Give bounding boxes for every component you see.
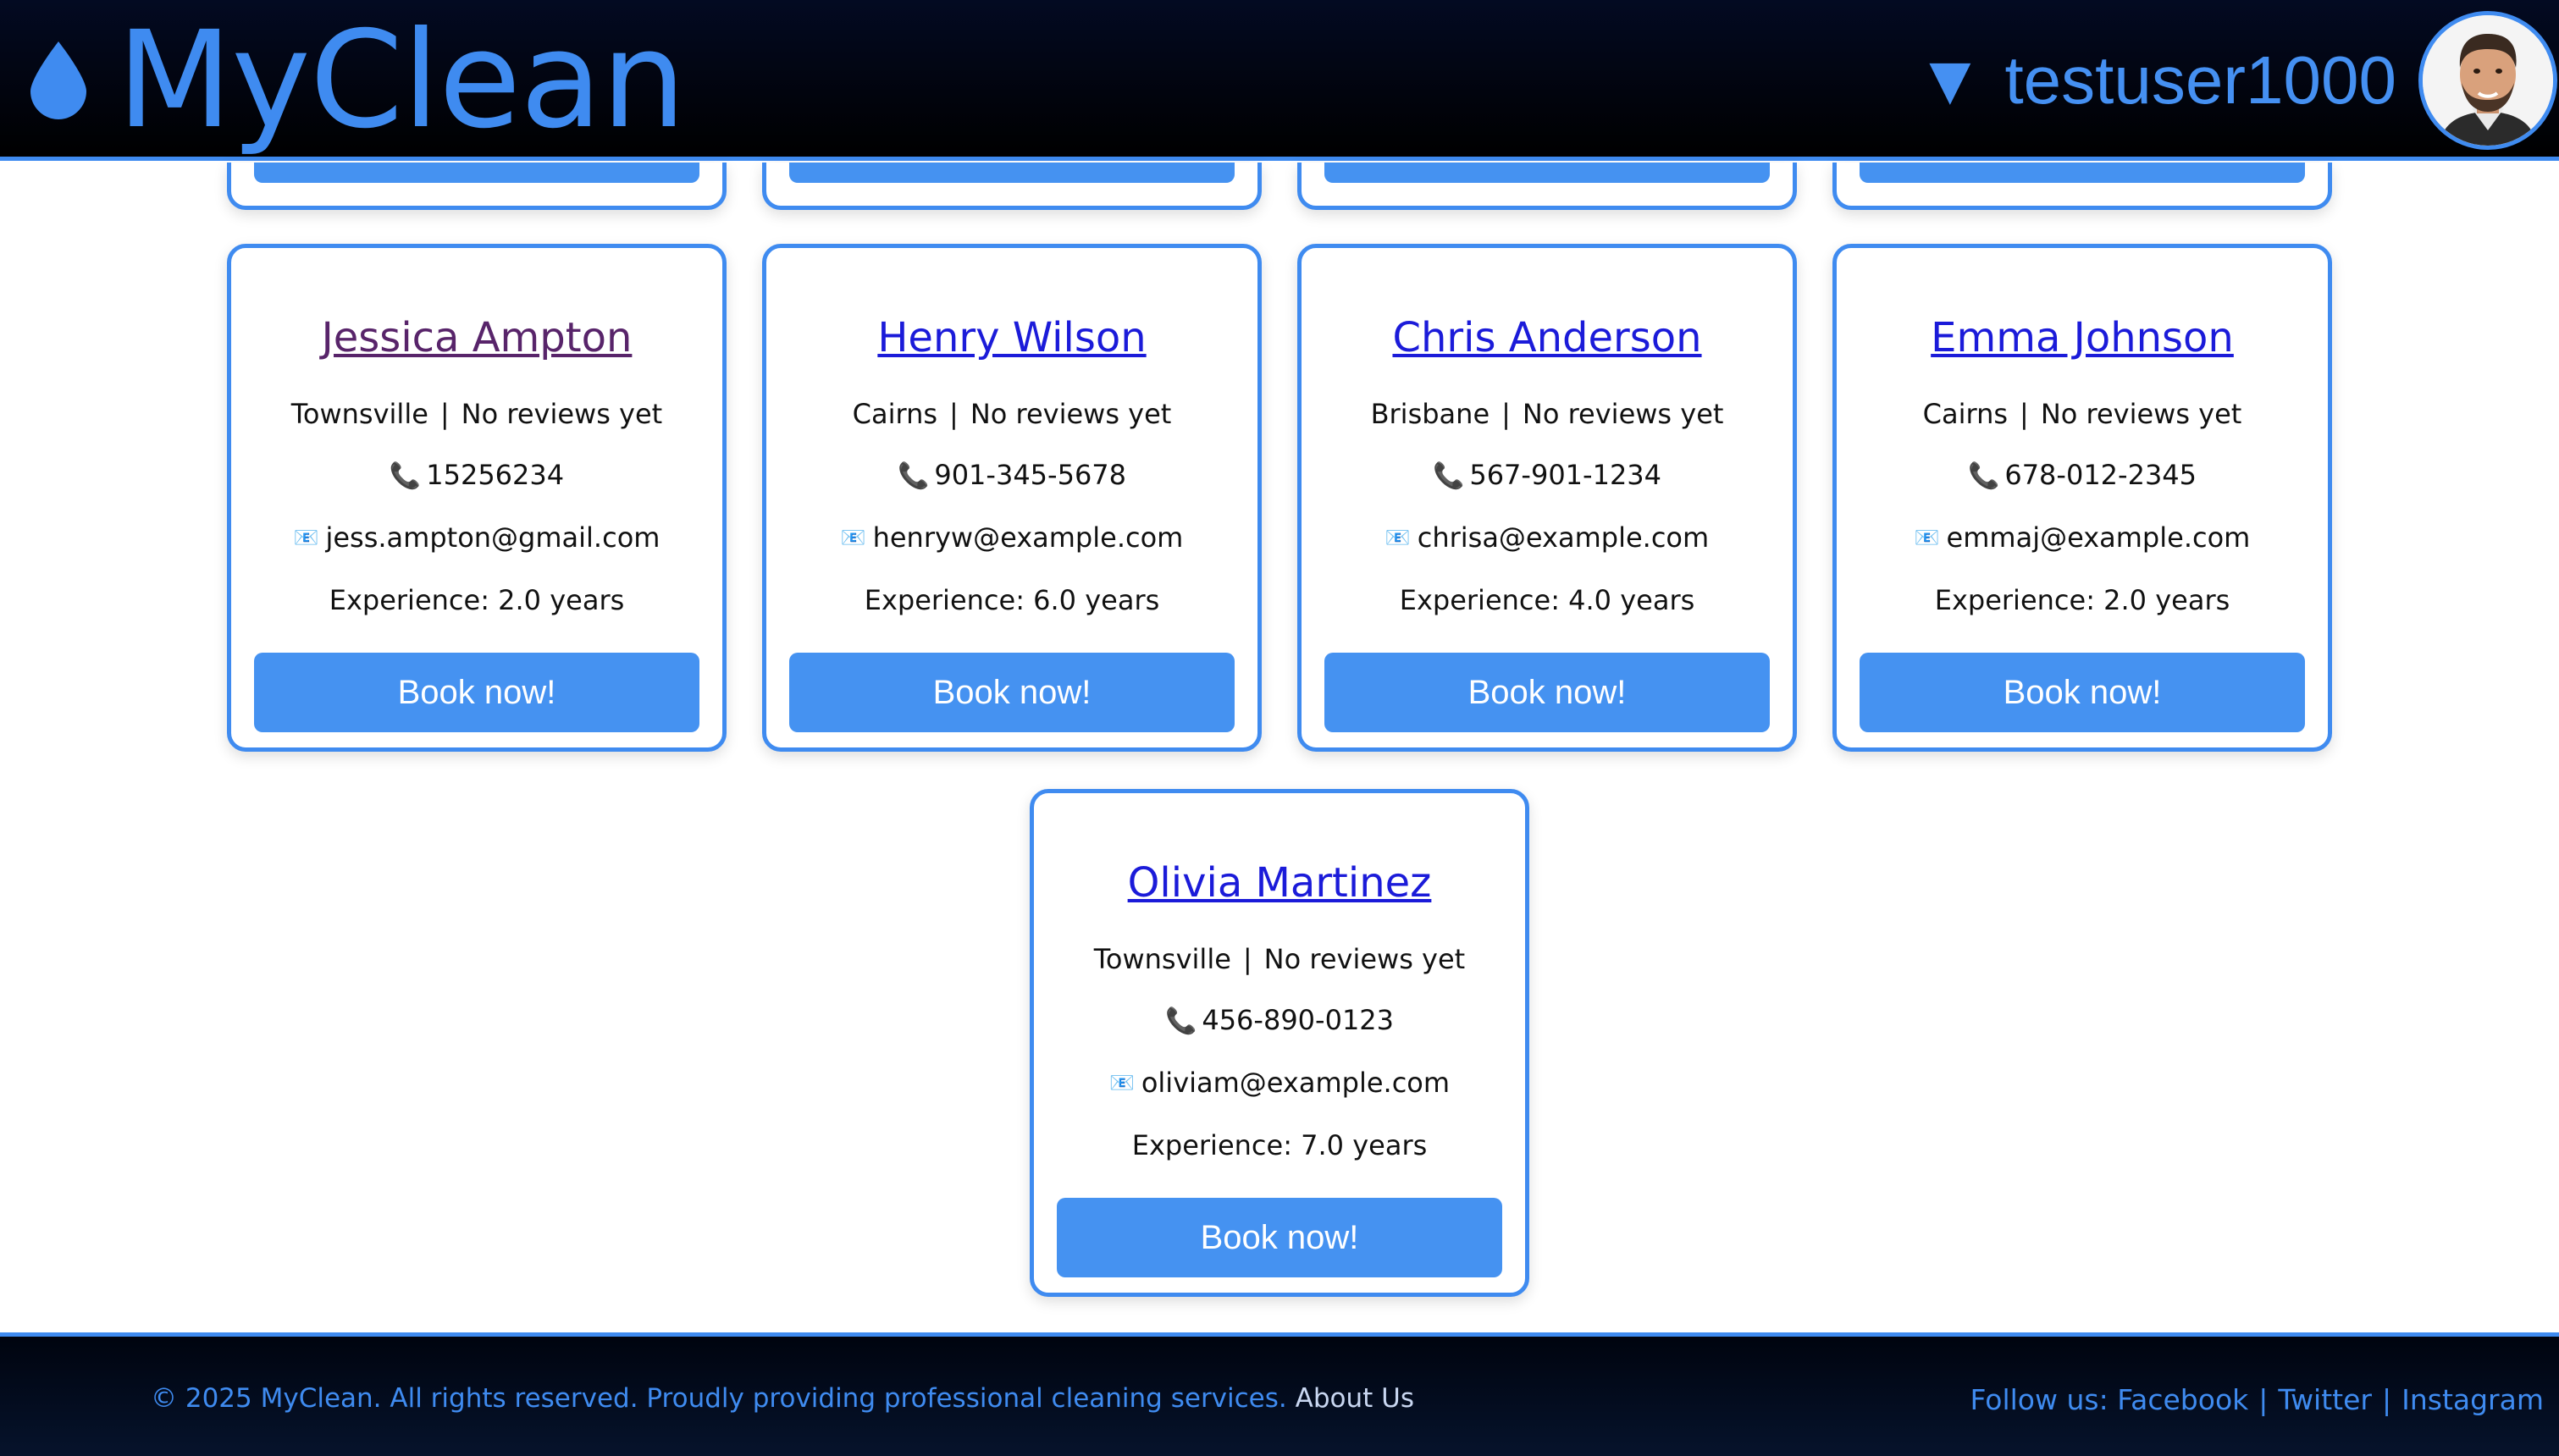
separator: | [439,398,450,430]
cleaner-name-link[interactable]: Henry Wilson [766,317,1257,358]
cleaner-email-row: 📧 oliviam@example.com [1034,1069,1525,1096]
top-navbar: MyClean ▼ testuser1000 [0,0,2559,161]
cleaner-experience: Experience: 4.0 years [1399,584,1695,616]
phone-icon: 📞 [897,461,930,491]
cleaner-email-row: 📧 emmaj@example.com [1837,524,2328,551]
email-icon: 📧 [1108,1071,1135,1095]
twitter-link[interactable]: Twitter [2278,1383,2372,1416]
cleaner-phone-row: 📞 456-890-0123 [1034,1007,1525,1034]
cleaner-email-row: 📧 jess.ampton@gmail.com [231,524,722,551]
facebook-link[interactable]: Facebook [2117,1383,2248,1416]
cleaner-card: Chris Anderson Brisbane | No reviews yet 📞… [1297,244,1797,752]
cleaner-name-link[interactable]: Emma Johnson [1837,317,2328,358]
footer-separator: | [2381,1383,2392,1416]
cleaner-location-reviews: Townsville | No reviews yet [231,400,722,427]
phone-icon: 📞 [1967,461,2000,491]
cleaner-phone-row: 📞 678-012-2345 [1837,461,2328,489]
cleaner-phone: 678-012-2345 [2004,459,2197,491]
cleaner-phone: 901-345-5678 [934,459,1127,491]
cleaner-phone: 456-890-0123 [1202,1004,1395,1036]
email-icon: 📧 [1385,526,1411,549]
instagram-link[interactable]: Instagram [2401,1383,2544,1416]
cleaner-card: Jessica Ampton Townsville | No reviews yet… [227,244,727,752]
copyright-text: © 2025 MyClean. All rights reserved. Pro… [151,1383,1287,1414]
water-drop-icon [30,41,86,119]
cleaner-card: Henry Wilson Cairns | No reviews yet 📞 901-… [762,244,1262,752]
cleaner-experience: Experience: 7.0 years [1131,1129,1428,1161]
follow-us-label: Follow us: [1970,1383,2109,1416]
footer-separator: | [2258,1383,2269,1416]
book-button-partial[interactable] [254,163,699,183]
cleaner-name-link[interactable]: Chris Anderson [1302,317,1793,358]
cleaner-card: Emma Johnson Cairns | No reviews yet 📞 678-… [1832,244,2332,752]
cleaner-experience: Experience: 2.0 years [329,584,625,616]
cleaner-card: Olivia Martinez Townsville | No reviews ye… [1030,789,1529,1297]
cleaner-name-link[interactable]: Jessica Ampton [231,317,722,358]
book-now-button[interactable]: Book now! [1860,653,2305,732]
cleaner-location: Townsville [290,398,428,430]
cleaner-email: chrisa@example.com [1417,521,1710,554]
separator: | [949,398,959,430]
cleaner-card-partial [1297,163,1797,210]
cleaner-reviews: No reviews yet [1522,398,1724,430]
phone-icon: 📞 [1432,461,1465,491]
user-menu[interactable]: ▼ testuser1000 [1929,0,2559,161]
cleaner-email-row: 📧 henryw@example.com [766,524,1257,551]
email-icon: 📧 [1914,526,1940,549]
book-now-button[interactable]: Book now! [254,653,699,732]
cleaner-location-reviews: Townsville | No reviews yet [1034,946,1525,973]
dropdown-caret-icon[interactable]: ▼ [1929,53,1970,108]
about-us-link[interactable]: About Us [1296,1383,1414,1414]
phone-icon: 📞 [1164,1007,1197,1036]
cleaner-reviews: No reviews yet [970,398,1172,430]
book-button-partial[interactable] [789,163,1235,183]
logo-text: MyClean [117,3,686,158]
book-now-button[interactable]: Book now! [1324,653,1770,732]
cleaner-phone-row: 📞 901-345-5678 [766,461,1257,489]
cleaner-phone-row: 📞 567-901-1234 [1302,461,1793,489]
cleaner-reviews: No reviews yet [1263,943,1466,975]
user-photo-icon [2423,15,2553,146]
cleaner-card-partial [762,163,1262,210]
cleaner-location: Cairns [1922,398,2009,430]
cleaner-reviews: No reviews yet [461,398,663,430]
email-icon: 📧 [293,526,319,549]
book-button-partial[interactable] [1324,163,1770,183]
cleaner-card-partial [227,163,727,210]
separator: | [1242,943,1252,975]
cleaner-email: oliviam@example.com [1141,1067,1451,1099]
cleaner-email: jess.ampton@gmail.com [325,521,660,554]
cleaner-phone-row: 📞 15256234 [231,461,722,489]
cleaner-name-link[interactable]: Olivia Martinez [1034,863,1525,903]
separator: | [2020,398,2029,430]
cleaner-phone: 567-901-1234 [1469,459,1662,491]
cleaner-experience: Experience: 2.0 years [1934,584,2230,616]
cleaner-phone: 15256234 [426,459,565,491]
phone-icon: 📞 [389,461,422,491]
cleaner-location: Cairns [852,398,938,430]
avatar[interactable] [2418,11,2557,150]
cleaner-email-row: 📧 chrisa@example.com [1302,524,1793,551]
cleaner-email: henryw@example.com [872,521,1184,554]
separator: | [1501,398,1511,430]
book-now-button[interactable]: Book now! [1057,1198,1502,1277]
email-icon: 📧 [840,526,866,549]
cleaner-location-reviews: Brisbane | No reviews yet [1302,400,1793,427]
cleaner-location: Brisbane [1370,398,1490,430]
book-now-button[interactable]: Book now! [789,653,1235,732]
footer-social-links: Follow us: Facebook | Twitter | Instagram [1970,1386,2544,1414]
cleaner-location: Townsville [1093,943,1231,975]
cleaner-card-partial [1832,163,2332,210]
cleaner-email: emmaj@example.com [1946,521,2251,554]
username[interactable]: testuser1000 [2004,47,2396,114]
cleaner-reviews: No reviews yet [2040,398,2242,430]
book-button-partial[interactable] [1860,163,2305,183]
footer: © 2025 MyClean. All rights reserved. Pro… [0,1332,2559,1456]
cleaner-experience: Experience: 6.0 years [864,584,1160,616]
logo[interactable]: MyClean [30,0,686,161]
cleaner-location-reviews: Cairns | No reviews yet [766,400,1257,427]
cleaner-location-reviews: Cairns | No reviews yet [1837,400,2328,427]
footer-copyright-row: © 2025 MyClean. All rights reserved. Pro… [151,1386,1414,1412]
